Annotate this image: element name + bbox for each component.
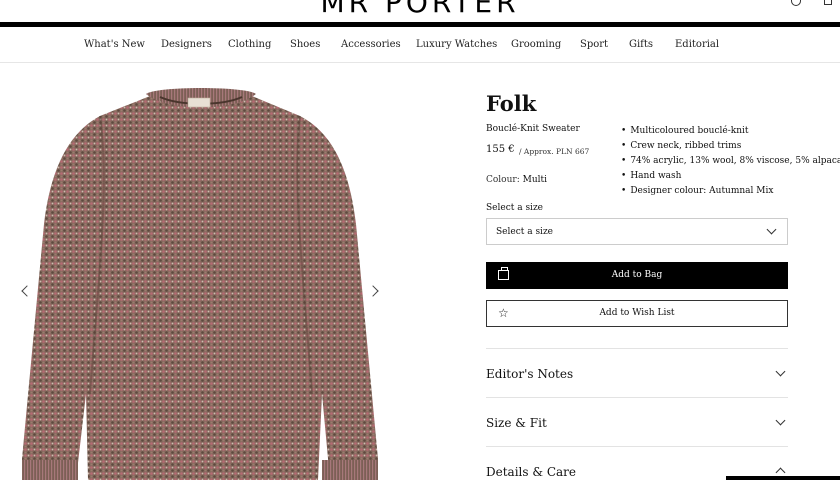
product-colour: Colour: Multi bbox=[486, 175, 547, 185]
chevron-down-icon bbox=[775, 415, 786, 426]
product-price: 155 € bbox=[486, 144, 515, 155]
size-select-value: Select a size bbox=[496, 227, 554, 237]
size-label: Select a size bbox=[486, 203, 544, 213]
chevron-down-icon bbox=[766, 224, 777, 235]
feature-item: 74% acrylic, 13% wool, 8% viscose, 5% al… bbox=[621, 154, 840, 169]
accordion-size-fit[interactable]: Size & Fit bbox=[486, 397, 788, 446]
shopping-bag-icon[interactable] bbox=[824, 0, 832, 5]
accordion-label: Editor's Notes bbox=[486, 367, 574, 381]
size-select[interactable]: Select a size bbox=[486, 218, 788, 245]
main-navigation: What's New Designers Clothing Shoes Acce… bbox=[0, 28, 840, 63]
feature-item: Multicoloured bouclé-knit bbox=[621, 124, 840, 139]
accordion-label: Details & Care bbox=[486, 465, 577, 479]
header-divider bbox=[0, 22, 840, 27]
product-image-sweater[interactable] bbox=[0, 64, 400, 480]
feature-item: Crew neck, ribbed trims bbox=[621, 139, 840, 154]
nav-item-designers[interactable]: Designers bbox=[161, 39, 212, 50]
bottom-bar bbox=[726, 476, 840, 480]
colour-value: Multi bbox=[522, 175, 547, 185]
accordion-editors-notes[interactable]: Editor's Notes bbox=[486, 348, 788, 397]
nav-item-shoes[interactable]: Shoes bbox=[290, 39, 320, 50]
product-image-gallery bbox=[0, 64, 400, 480]
site-logo[interactable]: MR PORTER bbox=[0, 0, 840, 19]
shopping-bag-icon bbox=[498, 267, 509, 280]
product-name: Bouclé-Knit Sweater bbox=[486, 124, 580, 134]
star-icon: ☆ bbox=[498, 306, 509, 320]
nav-item-whats-new[interactable]: What's New bbox=[84, 39, 145, 50]
nav-item-luxury-watches[interactable]: Luxury Watches bbox=[416, 39, 497, 50]
product-brand[interactable]: Folk bbox=[486, 91, 536, 116]
add-to-bag-button[interactable]: Add to Bag bbox=[486, 262, 788, 289]
feature-item: Hand wash bbox=[621, 169, 840, 184]
accordion-details-care[interactable]: Details & Care bbox=[486, 446, 788, 480]
add-to-wishlist-label: Add to Wish List bbox=[599, 308, 675, 318]
nav-item-sport[interactable]: Sport bbox=[580, 39, 608, 50]
nav-item-grooming[interactable]: Grooming bbox=[511, 39, 561, 50]
nav-item-accessories[interactable]: Accessories bbox=[341, 39, 401, 50]
nav-item-gifts[interactable]: Gifts bbox=[629, 39, 653, 50]
feature-item: Designer colour: Autumnal Mix bbox=[621, 184, 840, 199]
chevron-down-icon bbox=[775, 366, 786, 377]
add-to-bag-label: Add to Bag bbox=[611, 270, 663, 280]
nav-item-editorial[interactable]: Editorial bbox=[675, 39, 719, 50]
add-to-wishlist-button[interactable]: ☆ Add to Wish List bbox=[486, 300, 788, 327]
colour-label: Colour: bbox=[486, 175, 520, 185]
product-approx-price: / Approx. PLN 667 bbox=[519, 147, 590, 156]
nav-item-clothing[interactable]: Clothing bbox=[228, 39, 271, 50]
product-features-list: Multicoloured bouclé-knit Crew neck, rib… bbox=[621, 124, 840, 199]
accordion-label: Size & Fit bbox=[486, 416, 547, 430]
